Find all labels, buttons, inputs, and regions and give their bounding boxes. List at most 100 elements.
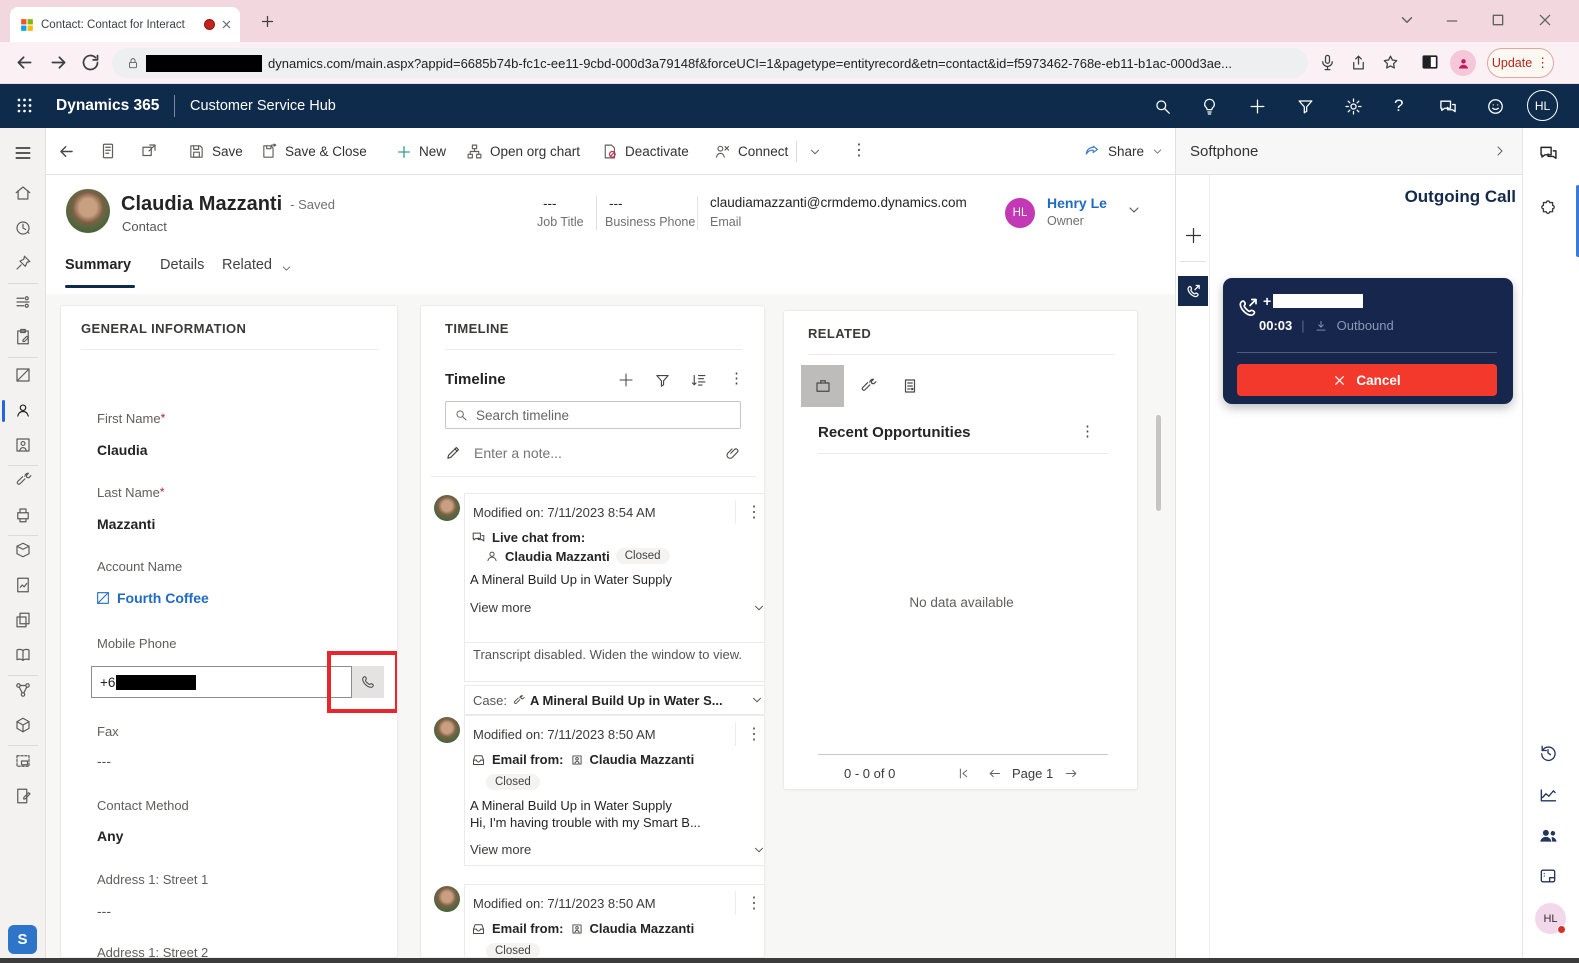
entry-subject[interactable]: A Mineral Build Up in Water Supply (470, 798, 765, 813)
timeline-add-icon[interactable] (617, 371, 635, 389)
owner-name-link[interactable]: Henry Le (1047, 195, 1107, 211)
timeline-filter-icon[interactable] (654, 372, 671, 389)
smiley-icon[interactable] (1486, 97, 1505, 116)
entry-kebab-icon[interactable]: ⋮ (735, 722, 765, 746)
case-link[interactable]: A Mineral Build Up in Water S... (530, 693, 745, 708)
email-value[interactable]: claudiamazzanti@crmdemo.dynamics.com (710, 195, 967, 210)
next-page-icon[interactable] (1064, 766, 1079, 781)
insights-icon[interactable] (14, 576, 32, 594)
url-bar[interactable]: dynamics.com/main.aspx?appid=6685b74b-fc… (112, 48, 1308, 78)
quick-create-plus-icon[interactable] (1248, 97, 1267, 116)
back-icon[interactable] (14, 52, 35, 73)
contact-method-value[interactable]: Any (97, 828, 123, 844)
connect-button[interactable]: Connect (708, 128, 794, 175)
entry-kebab-icon[interactable]: ⋮ (735, 891, 765, 915)
share-page-icon[interactable] (1349, 53, 1368, 72)
knowledge-icon[interactable] (14, 541, 32, 559)
teams-chat-icon[interactable] (1538, 143, 1559, 164)
articles-icon[interactable] (14, 611, 32, 629)
view-more-link[interactable]: View more (470, 600, 752, 615)
puzzle-icon[interactable] (1538, 198, 1558, 218)
window-close-icon[interactable] (1537, 12, 1553, 28)
forward-icon[interactable] (48, 52, 69, 73)
account-name-lookup[interactable]: Fourth Coffee (95, 590, 209, 606)
related-tab-entitlements[interactable] (888, 365, 931, 407)
open-org-chart-button[interactable]: Open org chart (460, 128, 586, 175)
recent-clock-icon[interactable] (14, 219, 32, 237)
expand-chevron-icon[interactable] (750, 693, 764, 707)
tab-related-chevron-icon[interactable] (280, 262, 293, 275)
browser-update-button[interactable]: Update ⋮ (1487, 48, 1554, 78)
sticky-note-icon[interactable] (1538, 866, 1558, 886)
tab-summary[interactable]: Summary (65, 257, 131, 273)
note-entry-row[interactable]: Enter a note... (445, 444, 741, 461)
related-kebab-icon[interactable]: ⋮ (1080, 422, 1095, 440)
cancel-call-button[interactable]: Cancel (1237, 364, 1497, 396)
analytics-icon[interactable] (1538, 785, 1558, 805)
last-name-value[interactable]: Mazzanti (97, 516, 155, 532)
mic-icon[interactable] (1318, 53, 1337, 72)
fax-value[interactable]: --- (97, 753, 111, 769)
new-tab-icon[interactable] (260, 14, 275, 29)
user-avatar[interactable]: HL (1527, 90, 1558, 121)
related-tab-cases[interactable] (846, 365, 889, 407)
lightbulb-icon[interactable] (1200, 97, 1219, 116)
activities-icon[interactable] (14, 328, 32, 346)
timeline-kebab-icon[interactable]: ⋮ (729, 369, 744, 387)
queues-icon[interactable] (14, 506, 32, 524)
tab-related[interactable]: Related (222, 257, 272, 273)
contacts-icon[interactable] (14, 401, 32, 419)
save-button[interactable]: Save (182, 128, 249, 175)
first-page-icon[interactable] (956, 766, 971, 781)
help-icon[interactable]: ? (1394, 96, 1403, 116)
user-presence-avatar[interactable]: HL (1535, 903, 1566, 934)
edge-sidebar-icon[interactable] (1420, 52, 1440, 72)
form-selector-icon[interactable] (99, 142, 117, 160)
mail-merge-icon[interactable] (14, 752, 32, 770)
flows-icon[interactable] (14, 681, 32, 699)
window-menu-chevron-icon[interactable] (1398, 11, 1416, 29)
previous-page-icon[interactable] (987, 766, 1002, 781)
collapse-panel-chevron-icon[interactable] (1492, 143, 1508, 159)
entry-from[interactable]: Claudia Mazzanti (590, 752, 695, 767)
teams-chat-icon[interactable] (1438, 97, 1458, 117)
entry-subject[interactable]: A Mineral Build Up in Water Supply (470, 572, 765, 587)
address1-street1-value[interactable]: --- (97, 903, 111, 919)
screen-capture-badge[interactable]: S (8, 925, 37, 954)
browser-profile-avatar[interactable] (1450, 50, 1476, 76)
share-button[interactable]: Share (1078, 128, 1170, 175)
search-icon[interactable] (1153, 97, 1172, 116)
entry-from[interactable]: Claudia Mazzanti (590, 921, 695, 936)
paperclip-icon[interactable] (725, 445, 741, 461)
home-icon[interactable] (14, 184, 32, 202)
tab-details[interactable]: Details (160, 257, 204, 273)
people-icon[interactable] (1538, 825, 1559, 846)
save-and-close-button[interactable]: Save & Close (255, 128, 373, 175)
owner-avatar[interactable]: HL (1005, 198, 1035, 228)
expand-chevron-icon[interactable] (752, 601, 765, 615)
app-name[interactable]: Customer Service Hub (190, 98, 336, 114)
softphone-add-icon[interactable] (1183, 225, 1204, 246)
open-in-new-icon[interactable] (140, 142, 158, 160)
contact-photo-avatar[interactable] (66, 189, 110, 233)
expand-chevron-icon[interactable] (752, 843, 765, 857)
nav-back-icon[interactable] (57, 142, 76, 161)
entry-kebab-icon[interactable]: ⋮ (735, 500, 765, 524)
accounts-icon[interactable] (14, 366, 32, 384)
more-commands-chevron-icon[interactable] (808, 145, 822, 159)
browser-tab[interactable]: Contact: Contact for Interact (10, 7, 240, 42)
favorite-star-icon[interactable] (1381, 53, 1400, 72)
entry-from[interactable]: Claudia Mazzanti (505, 549, 610, 564)
browser-menu-kebab-icon[interactable]: ⋮ (1536, 55, 1549, 71)
window-maximize-icon[interactable] (1490, 12, 1506, 28)
waffle-icon[interactable] (15, 96, 34, 115)
deactivate-button[interactable]: Deactivate (595, 128, 695, 175)
timeline-search-input[interactable]: Search timeline (445, 401, 741, 429)
timeline-sort-icon[interactable] (690, 372, 707, 389)
workspace-icon[interactable] (14, 293, 32, 311)
reload-icon[interactable] (80, 52, 101, 73)
overflow-kebab-icon[interactable]: ⋮ (851, 140, 867, 160)
brand-title[interactable]: Dynamics 365 (56, 97, 159, 115)
content-scrollbar[interactable] (1156, 415, 1161, 511)
book-icon[interactable] (14, 646, 32, 664)
